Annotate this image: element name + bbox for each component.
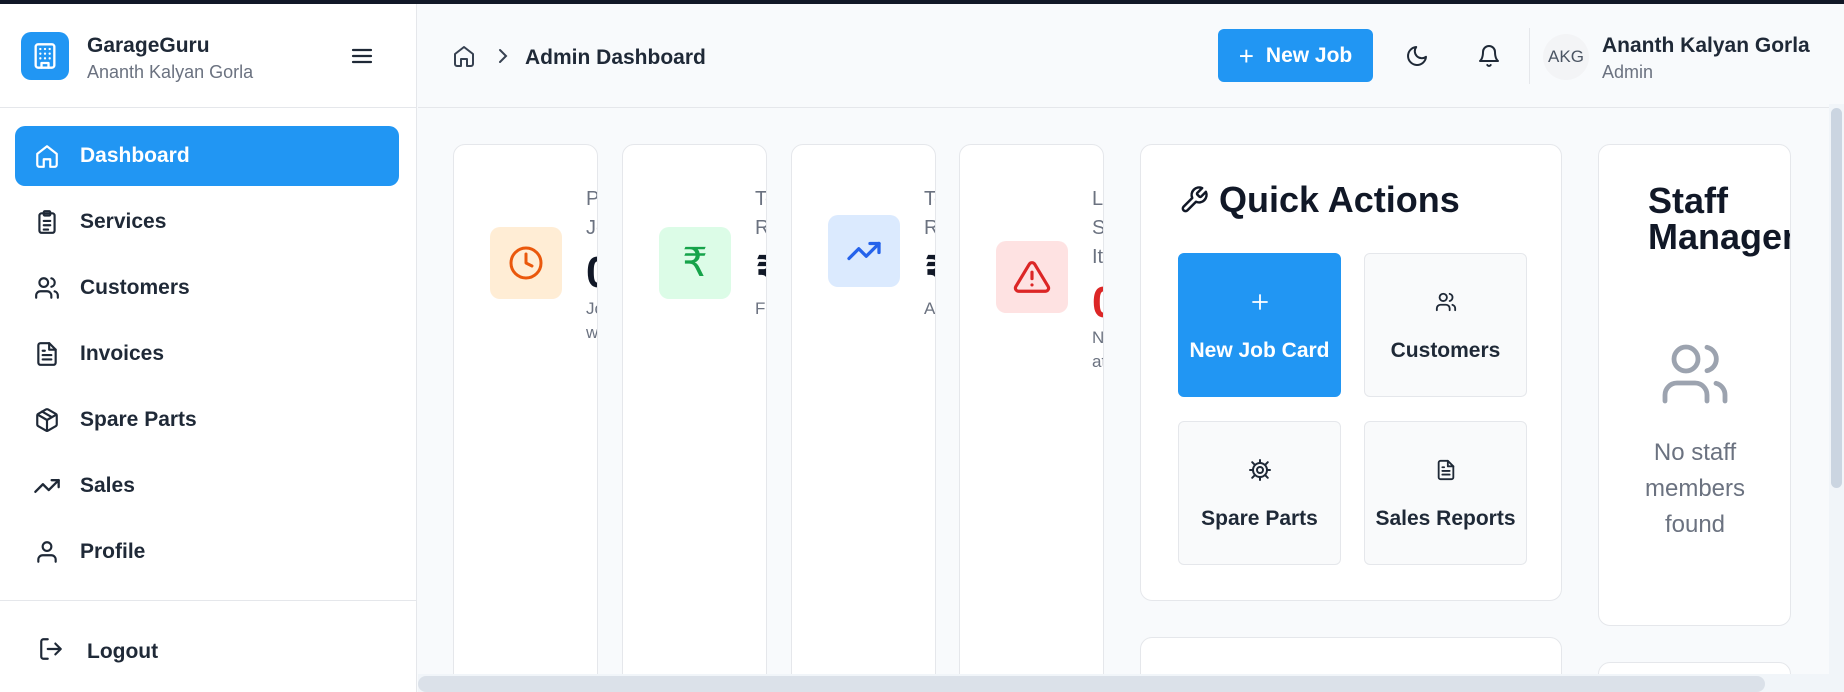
stat-label: Pending Jobs <box>586 188 597 239</box>
gear-icon <box>1248 455 1272 485</box>
sidebar-item-label: Services <box>80 210 167 233</box>
app-user-name: Ananth Kalyan Gorla <box>87 62 254 82</box>
user-name: Ananth Kalyan Gorla <box>1602 34 1810 57</box>
stat-card-today-revenue: ₹ Today's Revenue ₹0 From jobs <box>622 144 767 692</box>
qa-label: Customers <box>1390 339 1501 362</box>
sidebar-item-spare-parts[interactable]: Spare Parts <box>15 390 399 450</box>
clipboard-icon <box>33 208 61 236</box>
logout-label: Logout <box>87 639 159 663</box>
sidebar-item-label: Profile <box>80 540 146 563</box>
sidebar-item-sales[interactable]: Sales <box>15 456 399 516</box>
rupee-icon: ₹ <box>659 227 731 299</box>
stat-subtext: Jobs waiting <box>586 299 598 342</box>
bell-icon[interactable] <box>1475 42 1503 70</box>
sidebar-item-label: Spare Parts <box>80 408 197 431</box>
sidebar-item-label: Sales <box>80 474 135 497</box>
stat-subtext: From jobs <box>755 299 766 318</box>
stat-value: ₹0 <box>755 251 766 295</box>
vertical-scrollbar-thumb[interactable] <box>1831 108 1842 488</box>
new-job-button[interactable]: + New Job <box>1218 29 1373 82</box>
stat-card-total-revenue: Total Revenue ₹0 All time <box>791 144 936 692</box>
trending-up-icon <box>828 215 900 287</box>
quick-actions-heading: Quick Actions <box>1179 179 1460 221</box>
stat-value: ₹0 <box>924 251 935 295</box>
trending-up-icon <box>33 472 61 500</box>
spare-parts-button[interactable]: Spare Parts <box>1178 421 1341 565</box>
staff-management-card: Staff Management No staff members found <box>1598 144 1791 626</box>
users-icon <box>1435 287 1457 317</box>
stat-card-pending-jobs: Pending Jobs 0 Jobs waiting <box>453 144 598 692</box>
building-icon <box>21 32 69 80</box>
sidebar-item-label: Customers <box>80 276 190 299</box>
home-icon <box>33 142 61 170</box>
new-job-card-button[interactable]: New Job Card <box>1178 253 1341 397</box>
sidebar-brand: GarageGuru Ananth Kalyan Gorla <box>0 4 416 108</box>
avatar[interactable]: AKG <box>1543 34 1589 80</box>
package-icon <box>33 406 61 434</box>
user-icon <box>33 538 61 566</box>
app-name: GarageGuru <box>87 34 210 57</box>
qa-label: Spare Parts <box>1201 507 1318 530</box>
clock-icon <box>490 227 562 299</box>
chevron-right-icon <box>496 48 510 69</box>
stat-value: 0 <box>1092 281 1103 325</box>
sidebar-item-profile[interactable]: Profile <box>15 522 399 582</box>
qa-label: Sales Reports <box>1375 507 1516 530</box>
plus-icon <box>1250 287 1270 317</box>
file-text-icon <box>33 340 61 368</box>
sidebar-item-dashboard[interactable]: Dashboard <box>15 126 399 186</box>
sidebar-item-label: Dashboard <box>80 144 190 167</box>
stat-subtext: All time <box>924 299 936 318</box>
staff-management-title: Staff Management <box>1648 180 1790 257</box>
new-job-label: New Job <box>1265 43 1353 67</box>
sidebar-divider <box>0 600 416 601</box>
users-icon <box>33 274 61 302</box>
stat-card-low-stock: Low Stock Items 0 Need attention <box>959 144 1104 692</box>
logout-button[interactable]: Logout <box>38 636 158 667</box>
staff-empty-message: No staff members found <box>1644 439 1746 538</box>
breadcrumb-home-icon[interactable] <box>452 44 476 73</box>
customers-button[interactable]: Customers <box>1364 253 1527 397</box>
file-text-icon <box>1435 455 1457 485</box>
sidebar-item-label: Invoices <box>80 342 165 365</box>
logout-icon <box>38 636 64 667</box>
wrench-icon <box>1179 185 1209 215</box>
top-header: Admin Dashboard + New Job AKG Ananth Kal… <box>418 4 1844 108</box>
plus-icon: + <box>1238 40 1254 71</box>
menu-icon[interactable] <box>348 44 376 68</box>
sales-reports-button[interactable]: Sales Reports <box>1364 421 1527 565</box>
sidebar: GarageGuru Ananth Kalyan Gorla Dashboard… <box>0 4 417 692</box>
qa-label: New Job Card <box>1189 339 1330 362</box>
page-title: Admin Dashboard <box>525 46 706 69</box>
stat-label: Total Revenue <box>924 188 935 239</box>
users-icon <box>1659 338 1731 415</box>
header-divider <box>1529 28 1530 84</box>
sidebar-item-services[interactable]: Services <box>15 192 399 252</box>
stat-label: Low Stock Items <box>1092 188 1104 268</box>
moon-icon[interactable] <box>1403 42 1431 70</box>
alert-triangle-icon <box>996 241 1068 313</box>
sidebar-item-invoices[interactable]: Invoices <box>15 324 399 384</box>
sidebar-item-customers[interactable]: Customers <box>15 258 399 318</box>
horizontal-scrollbar-thumb[interactable] <box>418 676 1765 692</box>
stat-label: Today's Revenue <box>755 188 766 239</box>
sidebar-nav: Dashboard Services Customers Invoices Sp… <box>15 126 399 588</box>
stat-value: 0 <box>586 251 597 295</box>
user-role: Admin <box>1602 62 1654 82</box>
quick-actions-title: Quick Actions <box>1219 179 1460 220</box>
stat-subtext: Need attention <box>1092 328 1104 371</box>
quick-actions-card: Quick Actions New Job Card Customers Spa… <box>1140 144 1562 601</box>
